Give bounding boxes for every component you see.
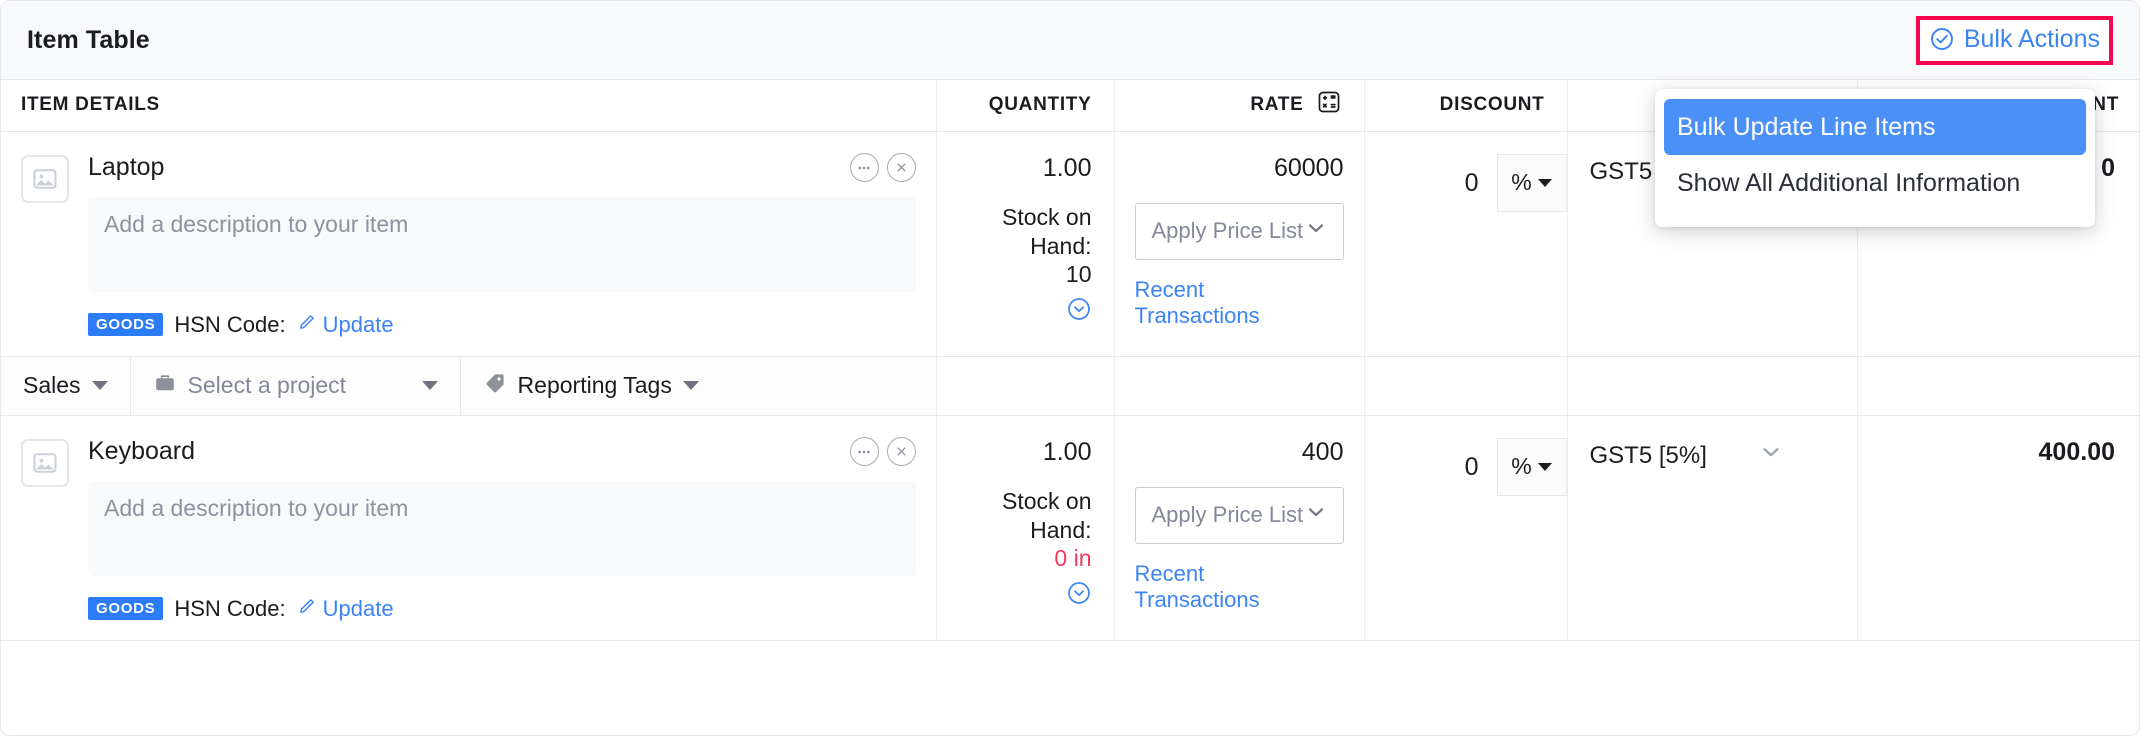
pencil-icon — [297, 312, 317, 338]
meta-spacer-tax — [1567, 356, 1857, 415]
tax-cell: GST5 [5%] — [1567, 415, 1857, 640]
chevron-down-icon — [1305, 217, 1329, 245]
discount-cell: 0 % — [1364, 131, 1567, 356]
item-name[interactable]: Keyboard — [88, 437, 195, 466]
remove-row-icon[interactable] — [887, 437, 916, 466]
stock-on-hand-value: 0 in — [951, 545, 1092, 572]
amount-value: 400.00 — [1878, 438, 2116, 467]
stock-on-hand-value: 10 — [951, 261, 1092, 288]
item-details-cell: Laptop — [1, 131, 936, 356]
item-image-icon[interactable] — [21, 439, 69, 487]
amount-cell: 400.00 — [1857, 415, 2140, 640]
page-title: Item Table — [27, 26, 150, 55]
caret-down-icon — [92, 381, 108, 390]
bulk-actions-dropdown: Bulk Update Line Items Show All Addition… — [1655, 89, 2095, 227]
more-options-icon[interactable] — [850, 153, 879, 182]
hsn-update-link[interactable]: Update — [297, 312, 394, 338]
status-badge: GOODS — [88, 313, 163, 336]
item-details-cell: Keyboard — [1, 415, 936, 640]
quantity-expand-icon[interactable] — [951, 296, 1092, 322]
hsn-update-link[interactable]: Update — [297, 596, 394, 622]
rate-cell: 60000 Apply Price List Recent Transactio… — [1114, 131, 1364, 356]
header-actions: Bulk Actions — [1916, 16, 2113, 65]
account-select[interactable]: Sales — [1, 357, 131, 415]
rate-cell: 400 Apply Price List Recent Transactions — [1114, 415, 1364, 640]
briefcase-icon — [153, 371, 177, 400]
column-header-discount: DISCOUNT — [1364, 80, 1567, 131]
hsn-update-label: Update — [323, 596, 394, 622]
line-item-meta-row: Sales Select a project — [1, 356, 2140, 415]
caret-down-icon — [1538, 179, 1552, 187]
more-options-icon[interactable] — [850, 437, 879, 466]
calculator-icon[interactable] — [1316, 89, 1342, 121]
quantity-value[interactable]: 1.00 — [951, 438, 1092, 467]
rate-value[interactable]: 400 — [1135, 438, 1344, 467]
bulk-actions-label: Bulk Actions — [1964, 25, 2100, 54]
bulk-actions-highlight: Bulk Actions — [1916, 16, 2113, 65]
stock-on-hand-label: Stock on Hand: — [951, 487, 1092, 546]
item-description-input[interactable] — [88, 481, 916, 576]
recent-transactions-link[interactable]: Recent Transactions — [1135, 561, 1245, 615]
menu-item-show-all-additional-information[interactable]: Show All Additional Information — [1655, 155, 2095, 211]
project-select[interactable]: Select a project — [131, 357, 461, 415]
tag-icon — [483, 371, 507, 400]
check-circle-icon — [1929, 26, 1955, 52]
status-badge: GOODS — [88, 597, 163, 620]
meta-bar-cell: Sales Select a project — [1, 356, 936, 415]
project-placeholder: Select a project — [188, 372, 411, 399]
item-image-icon[interactable] — [21, 155, 69, 203]
tax-select[interactable]: GST5 [5%] — [1590, 438, 1835, 474]
quantity-cell: 1.00 Stock on Hand: 0 in — [936, 415, 1114, 640]
discount-value[interactable]: 0 — [1465, 438, 1497, 496]
column-header-quantity: QUANTITY — [936, 80, 1114, 131]
meta-spacer-rate — [1114, 356, 1364, 415]
apply-price-list-placeholder: Apply Price List — [1152, 218, 1305, 244]
caret-down-icon — [422, 381, 438, 390]
apply-price-list-select[interactable]: Apply Price List — [1135, 487, 1344, 544]
discount-unit-label: % — [1511, 453, 1531, 480]
tax-value: GST5 [5%] — [1590, 442, 1759, 470]
meta-spacer-amount — [1857, 356, 2140, 415]
menu-item-bulk-update-line-items[interactable]: Bulk Update Line Items — [1664, 99, 2086, 155]
account-label: Sales — [23, 372, 81, 399]
apply-price-list-placeholder: Apply Price List — [1152, 502, 1305, 528]
remove-row-icon[interactable] — [887, 153, 916, 182]
discount-unit-label: % — [1511, 169, 1531, 196]
discount-value[interactable]: 0 — [1465, 154, 1497, 212]
recent-transactions-link[interactable]: Recent Transactions — [1135, 277, 1245, 331]
meta-spacer-discount — [1364, 356, 1567, 415]
item-description-input[interactable] — [88, 197, 916, 292]
column-header-rate-label: RATE — [1250, 94, 1303, 116]
bulk-actions-button[interactable]: Bulk Actions — [1929, 25, 2100, 54]
chevron-down-icon — [1759, 440, 1835, 471]
discount-unit-button[interactable]: % — [1497, 438, 1567, 496]
chevron-down-icon — [1305, 501, 1329, 529]
hsn-update-label: Update — [323, 312, 394, 338]
item-name[interactable]: Laptop — [88, 153, 164, 182]
quantity-expand-icon[interactable] — [951, 580, 1092, 606]
table-row: Keyboard — [1, 415, 2140, 640]
reporting-tags-select[interactable]: Reporting Tags — [461, 357, 721, 415]
reporting-tags-label: Reporting Tags — [518, 372, 672, 399]
caret-down-icon — [683, 381, 699, 390]
quantity-value[interactable]: 1.00 — [951, 154, 1092, 183]
quantity-cell: 1.00 Stock on Hand: 10 — [936, 131, 1114, 356]
discount-unit-button[interactable]: % — [1497, 154, 1567, 212]
column-header-item-details: ITEM DETAILS — [1, 80, 936, 131]
hsn-code-label: HSN Code: — [174, 596, 285, 622]
column-header-rate: RATE — [1114, 80, 1364, 131]
pencil-icon — [297, 596, 317, 622]
rate-value[interactable]: 60000 — [1135, 154, 1344, 183]
stock-on-hand-label: Stock on Hand: — [951, 203, 1092, 262]
caret-down-icon — [1538, 463, 1552, 471]
apply-price-list-select[interactable]: Apply Price List — [1135, 203, 1344, 260]
panel-header: Item Table Bulk Actions — [1, 1, 2139, 80]
hsn-code-label: HSN Code: — [174, 312, 285, 338]
meta-spacer-quantity — [936, 356, 1114, 415]
discount-cell: 0 % — [1364, 415, 1567, 640]
item-table-panel: Item Table Bulk Actions — [0, 0, 2140, 736]
